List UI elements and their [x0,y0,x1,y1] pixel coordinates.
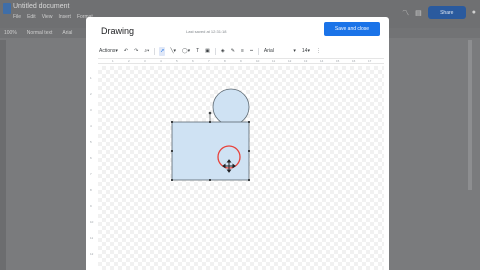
circle-shape[interactable] [212,88,250,126]
font-size-select[interactable]: 14 ▾ [301,47,311,56]
header-actions: 〽 ▤ Share ● [402,6,476,19]
ruler-tick: 6 [90,156,92,160]
undo-icon[interactable]: ↶ [123,47,129,56]
border-dash-icon[interactable]: ┅ [249,47,254,56]
scrollbar[interactable] [468,40,472,190]
document-title[interactable]: Untitled document [13,3,69,10]
ruler-tick: 11 [90,236,94,240]
ruler-tick: 12 [90,252,94,256]
activity-icon[interactable]: 〽 [402,8,409,18]
ruler-tick: 3 [90,108,92,112]
resize-handle[interactable] [171,150,173,152]
zoom-select[interactable]: 100% [4,30,17,36]
image-icon[interactable]: ▣ [204,47,211,56]
vertical-ruler: 1 2 3 4 5 6 7 8 9 10 11 12 [90,66,96,266]
resize-handle[interactable] [171,179,173,181]
line-icon[interactable]: ╲▾ [169,47,177,56]
border-color-icon[interactable]: ✎ [230,47,236,56]
docs-logo-icon [3,3,11,14]
comments-icon[interactable]: ▤ [415,9,422,17]
font-select[interactable]: Arial [62,30,72,36]
ruler-tick: 12 [288,59,292,63]
ruler-tick: 9 [90,204,92,208]
redo-icon[interactable]: ↷ [133,47,139,56]
font-select[interactable]: Arial ▾ [263,47,297,56]
menu-bar: File Edit View Insert Format [13,14,93,20]
ruler-tick: 4 [160,59,162,63]
ruler-tick: 6 [192,59,194,63]
more-icon[interactable]: ⋮ [315,47,322,56]
ruler-tick: 3 [144,59,146,63]
chevron-down-icon: ▾ [307,48,310,54]
ruler-tick: 1 [112,59,114,63]
share-button[interactable]: Share [427,6,466,19]
border-weight-icon[interactable]: ≡ [240,47,245,56]
resize-handle[interactable] [248,179,250,181]
ruler-tick: 11 [272,59,276,63]
ruler-tick: 14 [320,59,324,63]
actions-menu[interactable]: Actions ▾ [98,47,119,56]
ruler-tick: 13 [304,59,308,63]
ruler-tick: 8 [90,188,92,192]
ruler-tick: 17 [368,59,372,63]
ruler-tick: 2 [90,92,92,96]
fill-color-icon[interactable]: ◈ [220,47,226,56]
resize-handle[interactable] [209,179,211,181]
resize-handle[interactable] [248,150,250,152]
menu-edit[interactable]: Edit [27,14,36,20]
ruler-tick: 7 [208,59,210,63]
select-icon[interactable]: ➚ [159,46,166,56]
rotate-handle[interactable] [208,111,212,115]
ruler-tick: 8 [224,59,226,63]
menu-view[interactable]: View [42,14,53,20]
text-box-icon[interactable]: T [195,47,200,56]
docs-vertical-ruler [0,40,6,270]
style-select[interactable]: Normal text [27,30,53,36]
ruler-tick: 16 [352,59,356,63]
font-label: Arial [263,48,274,54]
actions-label: Actions [99,48,116,54]
resize-handle[interactable] [209,121,211,123]
menu-insert[interactable]: Insert [58,14,71,20]
ruler-tick: 1 [90,76,92,80]
resize-handle[interactable] [171,121,173,123]
shape-icon[interactable]: ◯▾ [181,47,191,56]
chevron-down-icon: ▾ [115,48,118,54]
ruler-tick: 10 [256,59,260,63]
toolbar-divider [257,47,259,55]
toolbar-divider [154,47,156,55]
ruler-tick: 5 [176,59,178,63]
ruler-tick: 4 [90,124,92,128]
ruler-tick: 9 [240,59,242,63]
ruler-tick: 15 [336,59,340,63]
dialog-title: Drawing [101,26,135,36]
ruler-tick: 7 [90,172,92,176]
chevron-down-icon: ▾ [293,48,296,54]
toolbar-divider [214,47,216,55]
horizontal-ruler: 1 2 3 4 5 6 7 8 9 10 11 12 13 14 15 16 1… [98,58,384,64]
ruler-tick: 5 [90,140,92,144]
account-icon[interactable]: ● [472,9,476,16]
drawing-toolbar: Actions ▾ ↶ ↷ ⌕▾ ➚ ╲▾ ◯▾ T ▣ ◈ ✎ ≡ ┅ Ari… [98,46,384,56]
zoom-icon[interactable]: ⌕▾ [143,47,150,56]
save-status: Last saved at 12:31:18 [186,29,227,34]
ruler-tick: 2 [128,59,130,63]
ruler-tick: 10 [90,220,94,224]
save-and-close-button[interactable]: Save and close [324,22,380,36]
menu-file[interactable]: File [13,14,21,20]
dialog-header: Drawing Last saved at 12:31:18 Save and … [86,17,389,45]
resize-handle[interactable] [248,121,250,123]
